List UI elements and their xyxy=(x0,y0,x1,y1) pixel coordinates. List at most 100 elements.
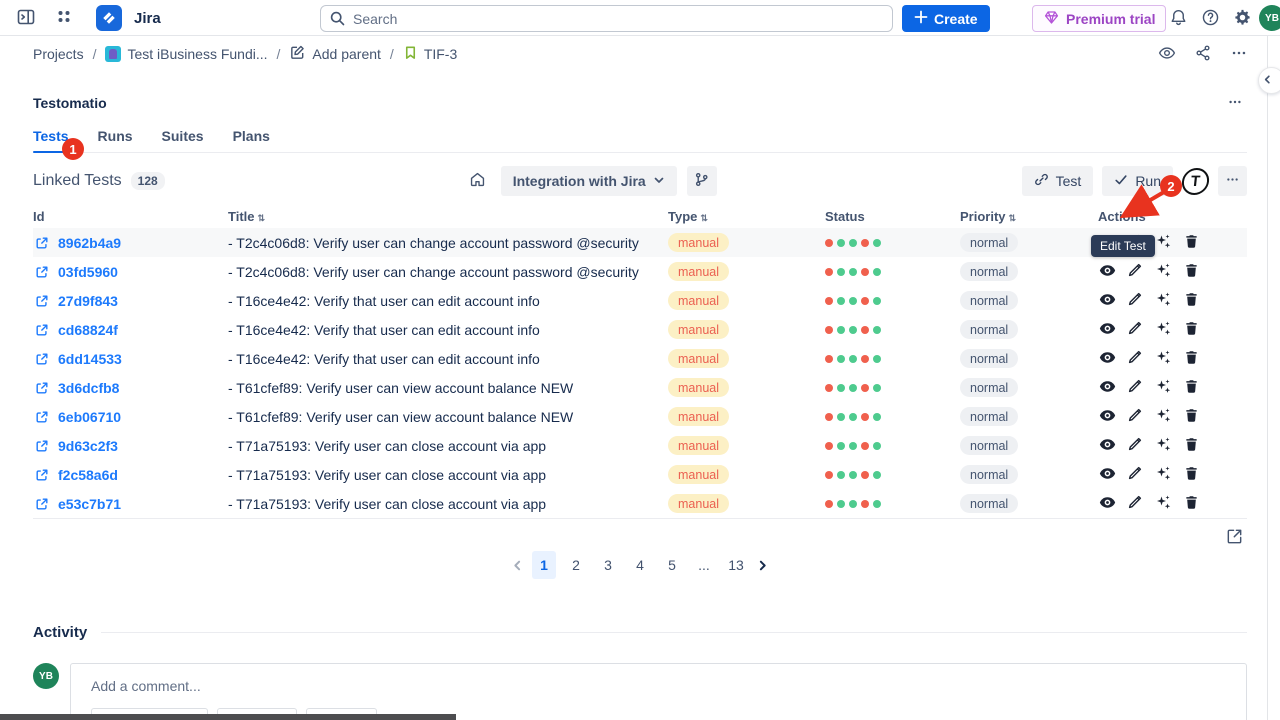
test-id-link[interactable]: 8962b4a9 xyxy=(58,235,121,251)
eye-icon xyxy=(1099,407,1116,427)
ai-generate-button[interactable] xyxy=(1154,350,1172,368)
test-id-link[interactable]: 6eb06710 xyxy=(58,409,121,425)
ai-generate-button[interactable] xyxy=(1154,321,1172,339)
view-test-button[interactable] xyxy=(1098,321,1116,339)
export-tests-button[interactable] xyxy=(1221,527,1247,549)
settings-button[interactable] xyxy=(1228,5,1256,33)
test-id-link[interactable]: 6dd14533 xyxy=(58,351,122,367)
view-test-button[interactable] xyxy=(1098,437,1116,455)
view-test-button[interactable] xyxy=(1098,466,1116,484)
next-page-button[interactable] xyxy=(756,559,769,572)
view-test-button[interactable] xyxy=(1098,408,1116,426)
status-dot-failed xyxy=(861,471,869,479)
status-dot-failed xyxy=(825,442,833,450)
home-button[interactable] xyxy=(465,167,491,195)
app-switcher-button[interactable] xyxy=(50,4,78,32)
ai-generate-button[interactable] xyxy=(1154,408,1172,426)
edit-test-button[interactable] xyxy=(1126,350,1144,368)
eye-icon xyxy=(1099,291,1116,311)
add-parent-button[interactable]: Add parent xyxy=(289,44,381,64)
edit-test-button[interactable] xyxy=(1126,495,1144,513)
branch-tree-button[interactable] xyxy=(687,166,717,196)
ai-generate-button[interactable] xyxy=(1154,495,1172,513)
delete-test-button[interactable] xyxy=(1182,234,1200,252)
edit-test-button[interactable] xyxy=(1126,321,1144,339)
comment-editor[interactable]: Add a comment... Status update...Thanks.… xyxy=(70,663,1247,720)
page-button-3[interactable]: 3 xyxy=(596,551,620,579)
search-input[interactable] xyxy=(320,5,893,32)
ai-generate-button[interactable] xyxy=(1154,234,1172,252)
edit-test-button[interactable] xyxy=(1126,292,1144,310)
column-header-title[interactable]: Title⇅ xyxy=(228,209,668,224)
view-test-button[interactable] xyxy=(1098,350,1116,368)
column-header-priority[interactable]: Priority⇅ xyxy=(960,209,1098,224)
test-id-link[interactable]: 27d9f843 xyxy=(58,293,118,309)
branch-selector-dropdown[interactable]: Integration with Jira xyxy=(501,166,677,196)
test-id-link[interactable]: 03fd5960 xyxy=(58,264,118,280)
user-avatar[interactable]: YB xyxy=(1259,5,1280,31)
ai-generate-button[interactable] xyxy=(1154,263,1172,281)
help-button[interactable] xyxy=(1196,5,1224,33)
ai-generate-button[interactable] xyxy=(1154,379,1172,397)
sort-icon: ⇅ xyxy=(700,213,708,223)
delete-test-button[interactable] xyxy=(1182,495,1200,513)
view-test-button[interactable] xyxy=(1098,495,1116,513)
tests-more-button[interactable] xyxy=(1218,166,1247,196)
delete-test-button[interactable] xyxy=(1182,350,1200,368)
share-button[interactable] xyxy=(1187,39,1219,69)
breadcrumb-projects[interactable]: Projects xyxy=(33,46,84,62)
previous-page-button[interactable] xyxy=(511,559,524,572)
edit-test-button[interactable] xyxy=(1126,379,1144,397)
collapse-panel-button[interactable] xyxy=(1258,67,1280,94)
comment-placeholder[interactable]: Add a comment... xyxy=(91,678,1226,694)
ai-generate-button[interactable] xyxy=(1154,292,1172,310)
edit-test-button[interactable] xyxy=(1126,466,1144,484)
delete-test-button[interactable] xyxy=(1182,292,1200,310)
test-id-link[interactable]: 3d6dcfb8 xyxy=(58,380,119,396)
test-id-link[interactable]: e53c7b71 xyxy=(58,496,121,512)
breadcrumb-issue[interactable]: TIF-3 xyxy=(403,45,457,63)
premium-trial-button[interactable]: Premium trial xyxy=(1032,5,1166,32)
status-dot-failed xyxy=(825,384,833,392)
view-test-button[interactable] xyxy=(1098,263,1116,281)
page-button-2[interactable]: 2 xyxy=(564,551,588,579)
page-button-1[interactable]: 1 xyxy=(532,551,556,579)
delete-test-button[interactable] xyxy=(1182,321,1200,339)
ai-generate-button[interactable] xyxy=(1154,466,1172,484)
more-actions-button[interactable] xyxy=(1223,39,1255,69)
panel-more-button[interactable] xyxy=(1223,93,1247,113)
delete-test-button[interactable] xyxy=(1182,437,1200,455)
trash-icon xyxy=(1184,378,1199,397)
ai-generate-button[interactable] xyxy=(1154,437,1172,455)
delete-test-button[interactable] xyxy=(1182,263,1200,281)
view-test-button[interactable] xyxy=(1098,379,1116,397)
tab-runs[interactable]: Runs xyxy=(98,128,133,152)
ai-sparkle-icon xyxy=(1155,378,1171,397)
sidebar-toggle-button[interactable] xyxy=(12,4,40,32)
column-header-type[interactable]: Type⇅ xyxy=(668,209,825,224)
tab-suites[interactable]: Suites xyxy=(162,128,204,152)
edit-test-button[interactable] xyxy=(1126,437,1144,455)
edit-test-button[interactable] xyxy=(1126,408,1144,426)
delete-test-button[interactable] xyxy=(1182,466,1200,484)
delete-test-button[interactable] xyxy=(1182,408,1200,426)
test-id-link[interactable]: f2c58a6d xyxy=(58,467,118,483)
tab-plans[interactable]: Plans xyxy=(233,128,270,152)
link-test-button[interactable]: Test xyxy=(1022,166,1094,196)
page-button-13[interactable]: 13 xyxy=(724,551,748,579)
test-id-link[interactable]: cd68824f xyxy=(58,322,118,338)
view-test-button[interactable] xyxy=(1098,292,1116,310)
issue-panel: Testomatio TestsRunsSuitesPlans Linked T… xyxy=(0,72,1280,720)
type-badge: manual xyxy=(668,407,729,426)
page-button-5[interactable]: 5 xyxy=(660,551,684,579)
notifications-button[interactable] xyxy=(1164,5,1192,33)
edit-test-button[interactable] xyxy=(1126,263,1144,281)
status-dots xyxy=(825,384,960,392)
breadcrumb-project[interactable]: Test iBusiness Fundi... xyxy=(105,46,267,62)
page-button-4[interactable]: 4 xyxy=(628,551,652,579)
watch-button[interactable] xyxy=(1151,39,1183,69)
delete-test-button[interactable] xyxy=(1182,379,1200,397)
jira-logo-icon[interactable] xyxy=(96,5,122,31)
create-button[interactable]: Create xyxy=(902,5,990,32)
test-id-link[interactable]: 9d63c2f3 xyxy=(58,438,118,454)
